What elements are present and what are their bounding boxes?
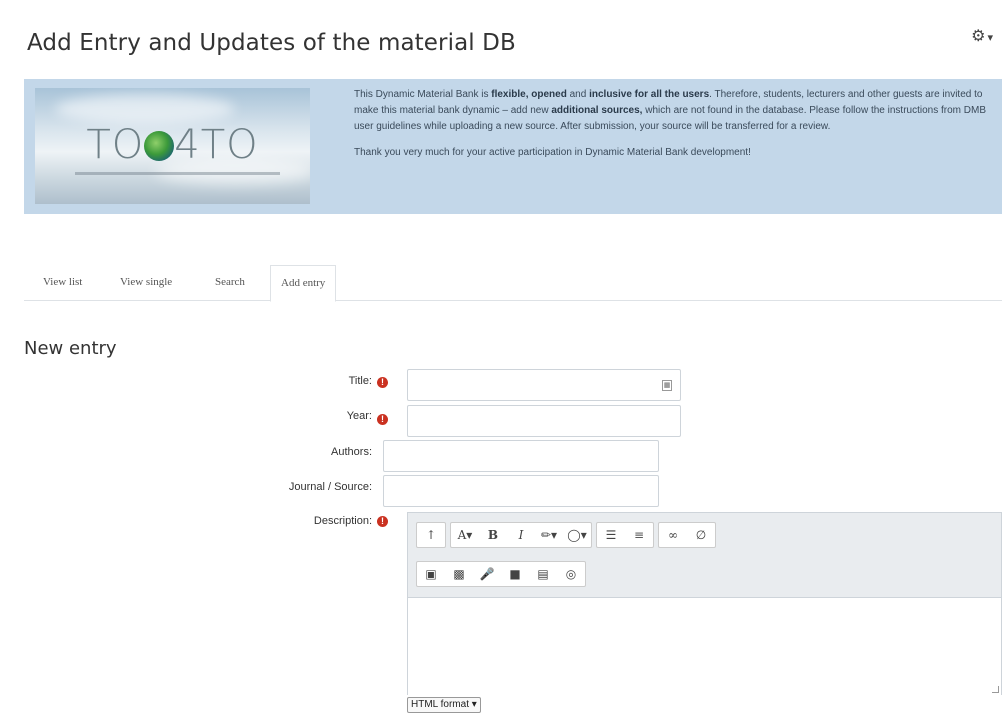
authors-label: Authors:: [331, 446, 372, 458]
logo: TO 4TO: [35, 88, 310, 204]
italic-icon[interactable]: I: [507, 523, 535, 547]
unlink-icon[interactable]: ∅: [687, 523, 715, 547]
editor-toolbar-row-1: ↑ A▾ B I ✏▾ ◯▾ ☰ ≡ ∞ ∅: [416, 522, 716, 548]
lightbulb-icon[interactable]: ◯▾: [563, 523, 591, 547]
tab-view-single[interactable]: View single: [110, 265, 182, 300]
journal-source-input[interactable]: [383, 475, 659, 507]
form-heading: New entry: [24, 338, 117, 359]
paragraph-icon[interactable]: ↑: [417, 523, 445, 547]
manage-files-icon[interactable]: ▤: [529, 562, 557, 586]
video-icon[interactable]: ■: [501, 562, 529, 586]
unordered-list-icon[interactable]: ☰: [597, 523, 625, 547]
required-icon: !: [377, 377, 388, 388]
tab-add-entry[interactable]: Add entry: [270, 265, 337, 302]
year-input[interactable]: [407, 405, 681, 437]
gear-icon: ⚙: [971, 28, 986, 45]
year-label: Year:: [346, 410, 372, 422]
page-title: Add Entry and Updates of the material DB: [27, 30, 516, 56]
tab-search[interactable]: Search: [205, 265, 255, 300]
editor-toolbar-row-2: ▣ ▩ 🎤 ■ ▤ ◎: [416, 561, 586, 587]
media-icon[interactable]: ▩: [445, 562, 473, 586]
image-icon[interactable]: ▣: [417, 562, 445, 586]
logo-text-right: 4TO: [174, 122, 259, 168]
microphone-icon[interactable]: 🎤: [473, 562, 501, 586]
chevron-down-icon: ▾: [987, 32, 993, 44]
ordered-list-icon[interactable]: ≡: [625, 523, 653, 547]
brush-icon[interactable]: ✏▾: [535, 523, 563, 547]
banner-paragraph-2: Thank you very much for your active part…: [354, 147, 751, 158]
description-label: Description:: [313, 515, 372, 527]
logo-text-left: TO: [86, 122, 145, 168]
banner-paragraph-1: This Dynamic Material Bank is flexible, …: [354, 89, 986, 132]
font-icon[interactable]: A▾: [451, 523, 479, 547]
authors-input[interactable]: [383, 440, 659, 472]
info-banner: TO 4TO This Dynamic Material Bank is flex…: [24, 79, 1002, 214]
resize-handle[interactable]: [992, 686, 999, 693]
tab-bar: View list View single Search Add entry: [24, 265, 1002, 302]
tab-view-list[interactable]: View list: [33, 265, 92, 300]
link-icon[interactable]: ∞: [659, 523, 687, 547]
description-textarea[interactable]: [408, 597, 1001, 695]
settings-menu[interactable]: ⚙ ▾: [971, 26, 993, 46]
calendar-icon: ▦: [662, 380, 672, 391]
journal-source-label: Journal / Source:: [288, 481, 372, 493]
title-label: Title:: [348, 375, 372, 387]
description-editor: ↑ A▾ B I ✏▾ ◯▾ ☰ ≡ ∞ ∅ ▣ ▩ 🎤 ■ ▤ ◎: [407, 512, 1002, 695]
banner-text: This Dynamic Material Bank is flexible, …: [354, 87, 994, 171]
globe-icon: [144, 131, 175, 161]
required-icon: !: [377, 414, 388, 425]
bold-icon[interactable]: B: [479, 523, 507, 547]
title-input[interactable]: ▦: [407, 369, 681, 401]
required-icon: !: [377, 516, 388, 527]
accessibility-icon[interactable]: ◎: [557, 562, 585, 586]
